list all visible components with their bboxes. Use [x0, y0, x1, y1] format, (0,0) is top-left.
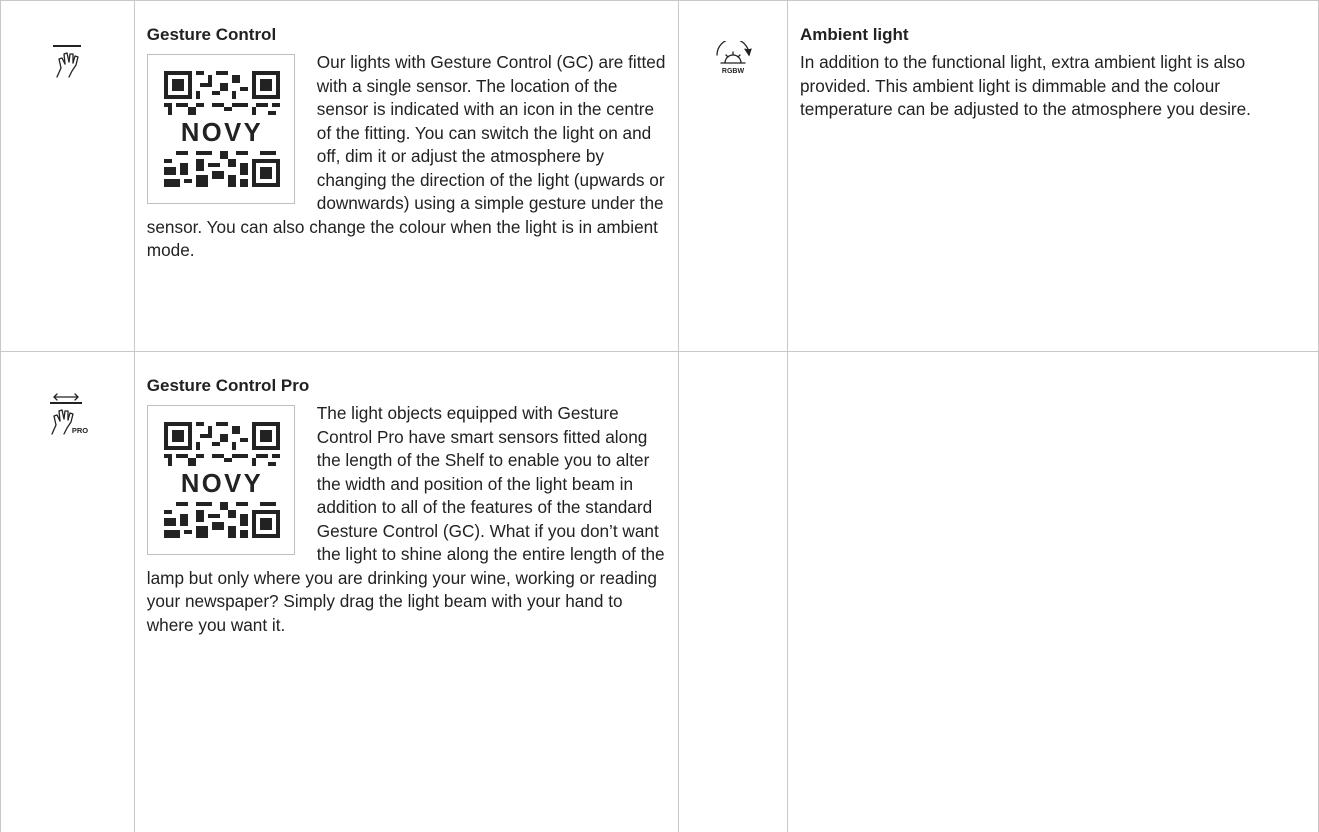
feature-table: Gesture Control — [0, 0, 1319, 832]
qr-code[interactable]: NOVY — [147, 405, 295, 555]
gesture-pro-hand-icon: PRO — [44, 392, 90, 441]
section-ambient-light: Ambient light In addition to the functio… — [787, 1, 1318, 352]
section-gesture-control: Gesture Control — [134, 1, 678, 352]
pro-label: PRO — [72, 426, 88, 435]
empty-icon-cell — [679, 352, 788, 832]
qr-logo-text: NOVY — [181, 119, 263, 147]
section-title: Ambient light — [800, 25, 1308, 45]
icon-cell-gesture-control — [1, 1, 135, 352]
qr-code[interactable]: NOVY — [147, 54, 295, 204]
section-gesture-control-pro: Gesture Control Pro — [134, 352, 678, 832]
icon-cell-ambient-light: RGBW — [679, 1, 788, 352]
rgbw-dimmer-icon: RGBW — [711, 41, 755, 82]
qr-code-icon: NOVY — [164, 71, 280, 187]
section-title: Gesture Control Pro — [147, 376, 668, 396]
section-body: In addition to the functional light, ext… — [800, 51, 1295, 122]
section-title: Gesture Control — [147, 25, 668, 45]
rgbw-label: RGBW — [722, 68, 745, 75]
empty-content-cell — [787, 352, 1318, 832]
qr-code-icon: NOVY — [164, 422, 280, 538]
icon-cell-gesture-control-pro: PRO — [1, 352, 135, 832]
gesture-hand-icon — [47, 43, 87, 84]
qr-logo-text: NOVY — [181, 470, 263, 498]
